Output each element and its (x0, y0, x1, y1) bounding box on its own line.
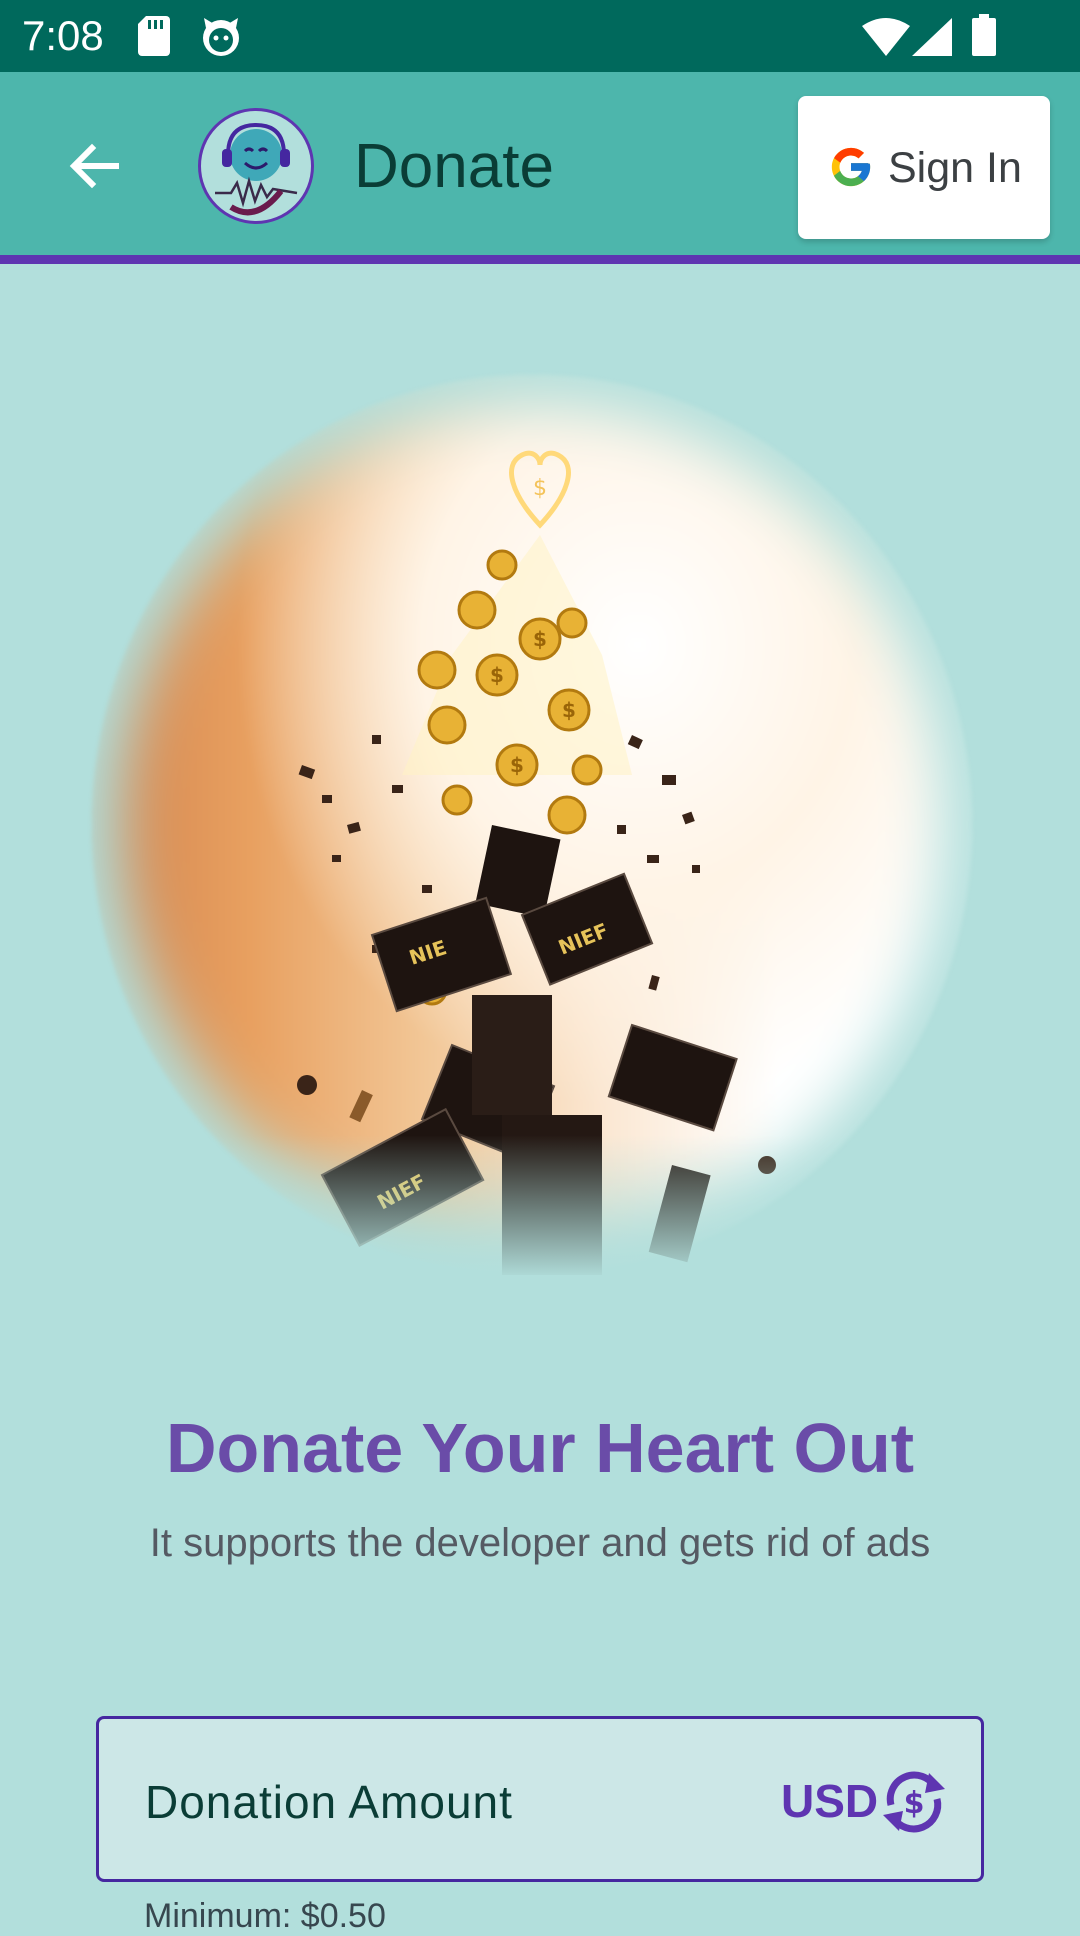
currency-code[interactable]: USD (781, 1774, 878, 1828)
currency-exchange-icon[interactable]: $ (877, 1765, 951, 1839)
donation-amount-label: Donation Amount (145, 1776, 513, 1828)
back-arrow-icon[interactable] (66, 138, 122, 194)
cat-icon (203, 18, 239, 56)
svg-text:$: $ (533, 627, 547, 651)
hero-image: $ $$$ $$ (72, 355, 1002, 1305)
sign-in-label: Sign In (888, 144, 1022, 192)
svg-text:$: $ (562, 698, 576, 722)
sd-card-icon (138, 16, 170, 56)
app-bar-divider (0, 255, 1080, 264)
wifi-icon (862, 18, 910, 56)
svg-text:$: $ (533, 476, 547, 501)
hero-fade (72, 1135, 1002, 1305)
status-time: 7:08 (22, 12, 104, 59)
battery-icon (972, 14, 996, 56)
google-g-icon (831, 147, 871, 187)
svg-text:$: $ (490, 663, 504, 687)
status-bar: 7:08 (0, 0, 1080, 72)
app-logo (198, 108, 314, 224)
minimum-amount-helper: Minimum: $0.50 (144, 1897, 386, 1935)
svg-text:$: $ (510, 753, 524, 777)
donation-amount-field[interactable]: Donation Amount USD $ (96, 1716, 984, 1882)
signal-icon (912, 18, 952, 56)
svg-text:$: $ (904, 1786, 925, 1821)
donate-heading: Donate Your Heart Out (165, 1409, 915, 1487)
page-title: Donate (354, 132, 554, 201)
google-sign-in-button[interactable]: Sign In (798, 96, 1050, 239)
headphone-face-logo-icon (215, 122, 298, 216)
donate-subheading: It supports the developer and gets rid o… (149, 1521, 931, 1565)
